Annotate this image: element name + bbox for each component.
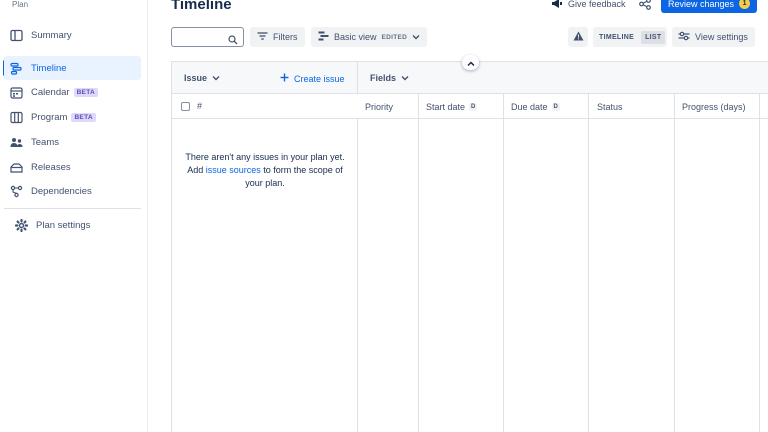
column-divider [503,94,504,432]
chevron-down-icon [212,73,220,83]
dependencies-icon [9,184,23,198]
give-feedback-label: Give feedback [568,0,626,9]
sidebar-item-label: Calendar [31,86,70,98]
date-badge: D [551,103,560,111]
view-settings-button[interactable]: View settings [672,27,755,47]
column-label: Priority [365,102,394,112]
sidebar-item-label: Timeline [31,62,67,74]
tab-list[interactable]: LIST [641,30,666,44]
sidebar-item-dependencies[interactable]: Dependencies [4,179,141,203]
warnings-button[interactable] [568,27,588,47]
tab-timeline[interactable]: TIMELINE [595,31,638,44]
sidebar-item-label: Summary [31,29,72,41]
column-header-progress[interactable]: Progress (days) [682,102,746,112]
empty-state-message: There aren't any issues in your plan yet… [178,151,352,190]
issue-key-header: # [197,101,203,111]
search-icon [228,32,238,50]
releases-icon [9,160,23,174]
column-label: Due date [511,102,548,112]
issue-sources-link[interactable]: issue sources [206,165,261,175]
teams-icon [9,135,23,149]
column-header-status[interactable]: Status [597,102,623,112]
empty-state-line1: There aren't any issues in your plan yet… [185,152,345,162]
review-count-badge: 1 [739,0,751,9]
select-all-checkbox[interactable] [181,102,190,111]
give-feedback-button[interactable]: Give feedback [551,0,626,11]
filter-icon [257,31,268,43]
column-divider [759,94,760,432]
sidebar-item-label: Teams [31,136,59,148]
column-header-row: # Priority Start date D Due date D Statu… [172,94,768,119]
page-title: Timeline [171,0,232,13]
timeline-icon [9,61,23,75]
column-divider [418,94,419,432]
sidebar-item-plan-settings[interactable]: Plan settings [4,213,141,237]
view-icon [318,31,329,43]
program-icon [9,110,23,124]
create-issue-label: Create issue [294,73,345,84]
view-select-button[interactable]: Basic view EDITED [311,27,428,47]
view-mode-toggle: TIMELINE LIST [593,27,668,47]
column-divider [674,94,675,432]
create-issue-button[interactable]: Create issue [280,73,345,84]
sidebar-item-summary[interactable]: Summary [4,23,141,47]
share-icon[interactable] [639,0,651,15]
edited-badge: EDITED [381,33,408,41]
empty-state-add: Add [187,165,204,175]
chevron-up-icon [466,54,475,72]
sidebar-item-label: Dependencies [31,185,92,197]
chevron-down-icon [401,73,409,83]
sidebar-item-calendar[interactable]: Calendar BETA [4,80,141,104]
column-header-start-date[interactable]: Start date D [426,102,478,112]
collapse-toolbar-button[interactable] [462,55,479,70]
column-divider [588,94,589,432]
sidebar-item-releases[interactable]: Releases [4,155,141,179]
issue-header-label: Issue [184,73,208,83]
gear-icon [14,218,28,232]
date-badge: D [469,103,478,111]
fields-column-menu[interactable]: Fields [370,73,409,83]
summary-icon [9,28,23,42]
plan-label: Plan [12,0,29,9]
sidebar-divider [4,208,141,209]
issue-column-menu[interactable]: Issue [184,73,220,83]
sidebar-item-teams[interactable]: Teams [4,130,141,154]
fields-header-label: Fields [370,73,397,83]
review-changes-label: Review changes [667,0,735,9]
search-input[interactable] [171,27,244,47]
review-changes-button[interactable]: Review changes 1 [661,0,757,13]
column-label: Start date [426,102,466,112]
column-header-due-date[interactable]: Due date D [511,102,560,112]
filters-label: Filters [273,32,298,42]
beta-badge: BETA [73,87,98,97]
sidebar-item-label: Releases [31,161,71,173]
view-settings-label: View settings [695,32,748,42]
view-label: Basic view [334,32,377,42]
sidebar-item-program[interactable]: Program BETA [4,105,141,129]
sidebar-item-timeline[interactable]: Timeline [4,56,141,80]
column-header-priority[interactable]: Priority [365,102,393,112]
sidebar-item-label: Program [31,111,68,123]
megaphone-icon [551,0,563,11]
sidebar: Plan Summary Timeline Calendar BETA Prog… [0,0,148,432]
sliders-icon [678,31,690,43]
beta-badge: BETA [71,112,96,122]
filters-button[interactable]: Filters [250,27,305,47]
sidebar-item-label: Plan settings [36,219,91,231]
issues-table: Issue Create issue Fields # Priority Sta… [171,61,768,432]
column-label: Status [597,102,623,112]
column-label: Progress (days) [682,102,746,112]
chevron-down-icon [412,32,420,42]
empty-state-line2: Add issue sources to form the scope of y… [178,164,352,190]
plus-icon [280,73,289,84]
calendar-icon [9,85,23,99]
warning-icon [573,28,584,46]
